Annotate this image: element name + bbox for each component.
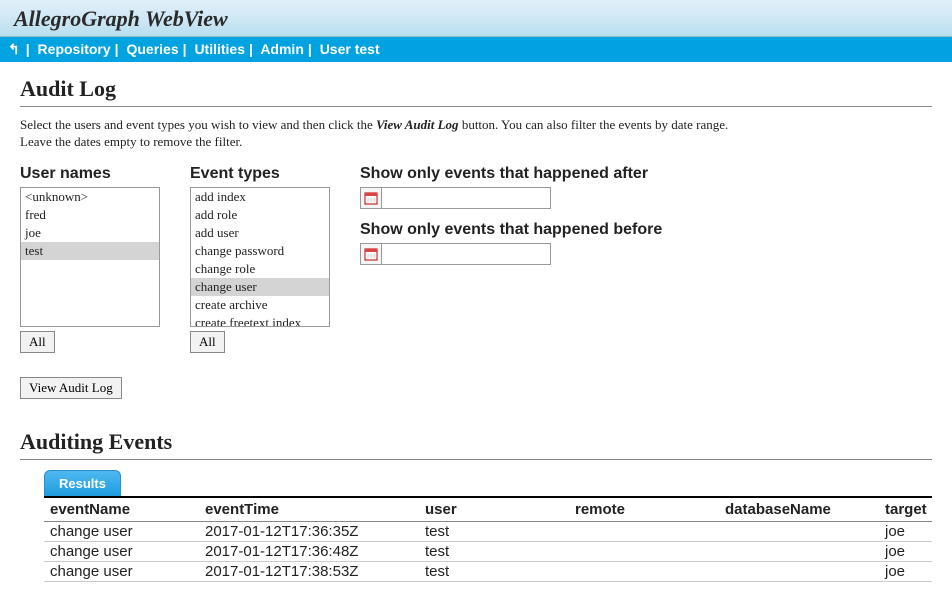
- auditing-title: Auditing Events: [20, 429, 932, 455]
- eventtype-option[interactable]: change role: [191, 260, 329, 278]
- cell-eventtime: 2017-01-12T17:36:35Z: [199, 521, 419, 541]
- nav-bar: ↰| Repository| Queries| Utilities| Admin…: [0, 37, 952, 62]
- before-label: Show only events that happened before: [360, 221, 932, 239]
- col-databasename: databaseName: [719, 497, 879, 522]
- cell-eventtime: 2017-01-12T17:38:53Z: [199, 561, 419, 581]
- nav-admin[interactable]: Admin: [260, 41, 304, 57]
- page-title: Audit Log: [20, 76, 932, 102]
- col-user: user: [419, 497, 569, 522]
- cell-target: joe: [879, 521, 932, 541]
- table-row: change user2017-01-12T17:36:48Ztest joe: [44, 541, 932, 561]
- cell-remote: [569, 561, 719, 581]
- eventtype-option[interactable]: change user: [191, 278, 329, 296]
- cell-eventname: change user: [44, 561, 199, 581]
- before-input[interactable]: [381, 243, 551, 265]
- view-audit-log-button[interactable]: View Audit Log: [20, 377, 122, 399]
- intro-text: Select the users and event types you wis…: [20, 117, 740, 151]
- usernames-label: User names: [20, 165, 160, 183]
- cell-user: test: [419, 561, 569, 581]
- table-header-row: eventName eventTime user remote database…: [44, 497, 932, 522]
- eventtype-option[interactable]: create archive: [191, 296, 329, 314]
- calendar-icon[interactable]: [360, 243, 382, 265]
- col-eventtime: eventTime: [199, 497, 419, 522]
- eventtypes-all-button[interactable]: All: [190, 331, 225, 353]
- username-option[interactable]: fred: [21, 206, 159, 224]
- eventtype-option[interactable]: add role: [191, 206, 329, 224]
- cell-target: joe: [879, 561, 932, 581]
- nav-queries[interactable]: Queries: [126, 41, 178, 57]
- eventtypes-label: Event types: [190, 165, 330, 183]
- cell-remote: [569, 541, 719, 561]
- date-filters: Show only events that happened after Sho: [360, 165, 932, 277]
- username-option[interactable]: test: [21, 242, 159, 260]
- usernames-all-button[interactable]: All: [20, 331, 55, 353]
- cell-eventname: change user: [44, 541, 199, 561]
- eventtype-option[interactable]: change password: [191, 242, 329, 260]
- table-row: change user2017-01-12T17:36:35Ztest joe: [44, 521, 932, 541]
- nav-user[interactable]: User test: [320, 41, 380, 57]
- usernames-filter: User names <unknown>fredjoetest All: [20, 165, 160, 353]
- cell-databasename: [719, 541, 879, 561]
- eventtype-option[interactable]: add index: [191, 188, 329, 206]
- eventtype-option[interactable]: create freetext index: [191, 314, 329, 327]
- eventtypes-filter: Event types add indexadd roleadd usercha…: [190, 165, 330, 353]
- nav-repository[interactable]: Repository: [38, 41, 111, 57]
- eventtype-option[interactable]: add user: [191, 224, 329, 242]
- app-title: AllegroGraph WebView: [14, 6, 938, 32]
- cell-remote: [569, 521, 719, 541]
- usernames-select[interactable]: <unknown>fredjoetest: [20, 187, 160, 327]
- nav-utilities[interactable]: Utilities: [194, 41, 245, 57]
- cell-user: test: [419, 541, 569, 561]
- divider: [20, 106, 932, 107]
- username-option[interactable]: joe: [21, 224, 159, 242]
- back-icon[interactable]: ↰: [8, 41, 20, 57]
- col-eventname: eventName: [44, 497, 199, 522]
- after-label: Show only events that happened after: [360, 165, 932, 183]
- cell-target: joe: [879, 541, 932, 561]
- after-input[interactable]: [381, 187, 551, 209]
- col-target: target: [879, 497, 932, 522]
- cell-databasename: [719, 561, 879, 581]
- app-header: AllegroGraph WebView: [0, 0, 952, 37]
- cell-databasename: [719, 521, 879, 541]
- cell-user: test: [419, 521, 569, 541]
- cell-eventname: change user: [44, 521, 199, 541]
- table-row: change user2017-01-12T17:38:53Ztest joe: [44, 561, 932, 581]
- results-tabs: Results: [44, 470, 932, 496]
- col-remote: remote: [569, 497, 719, 522]
- calendar-icon[interactable]: [360, 187, 382, 209]
- tab-results[interactable]: Results: [44, 470, 121, 496]
- eventtypes-select[interactable]: add indexadd roleadd userchange password…: [190, 187, 330, 327]
- cell-eventtime: 2017-01-12T17:36:48Z: [199, 541, 419, 561]
- results-table: eventName eventTime user remote database…: [44, 496, 932, 582]
- username-option[interactable]: <unknown>: [21, 188, 159, 206]
- divider: [20, 459, 932, 460]
